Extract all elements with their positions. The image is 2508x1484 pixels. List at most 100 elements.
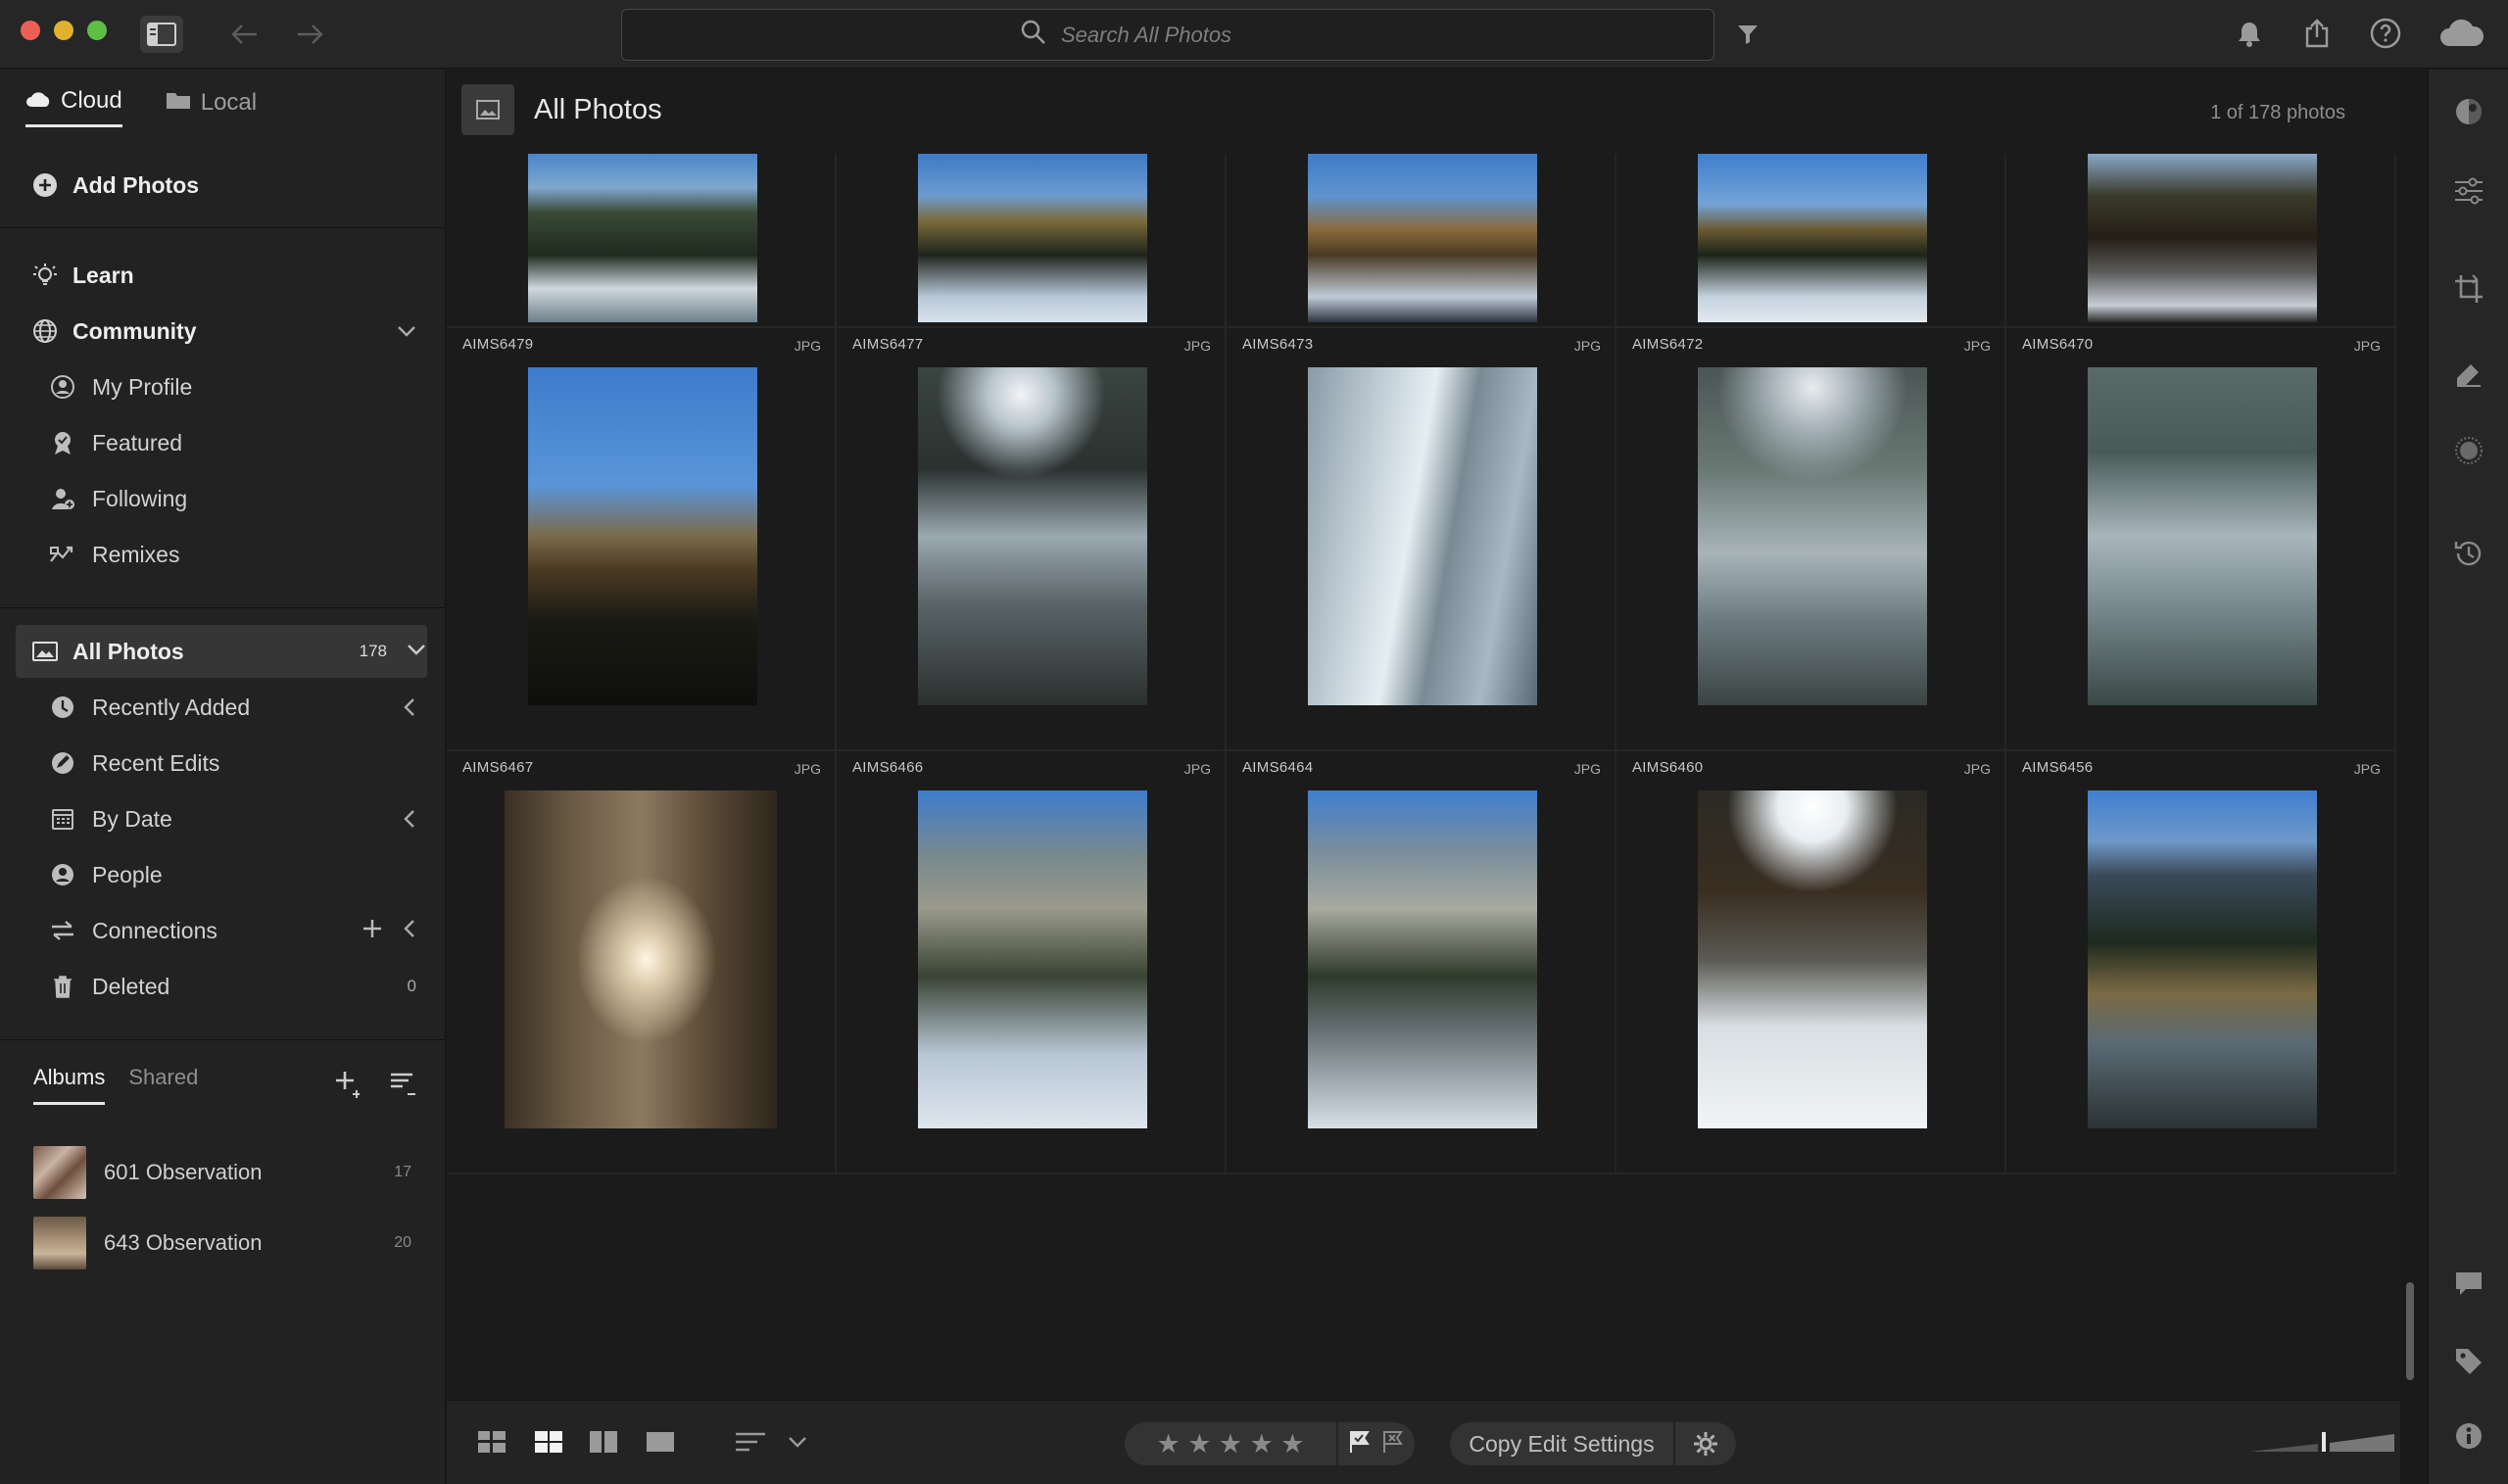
sidebar-item-by-date[interactable]: By Date	[0, 792, 446, 845]
photo-cell[interactable]: AIMS6467 JPG	[447, 751, 837, 1174]
follow-icon	[49, 485, 76, 512]
tab-albums[interactable]: Albums	[33, 1065, 106, 1105]
copy-edit-settings-button[interactable]: Copy Edit Settings	[1450, 1422, 1673, 1465]
close-window-button[interactable]	[21, 21, 40, 40]
album-count: 20	[394, 1234, 411, 1251]
comment-icon[interactable]	[2450, 1265, 2487, 1302]
add-photos-button[interactable]: Add Photos	[0, 159, 446, 212]
chevron-left-icon[interactable]	[403, 809, 416, 829]
back-arrow-icon[interactable]	[225, 16, 265, 53]
photo-cell[interactable]	[837, 154, 1227, 328]
scrollbar-thumb[interactable]	[2406, 1282, 2414, 1380]
tab-cloud[interactable]: Cloud	[25, 87, 122, 127]
photo-cell[interactable]: AIMS6477 JPG	[837, 328, 1227, 751]
info-icon[interactable]	[2450, 1417, 2487, 1455]
cloud-icon	[25, 87, 51, 115]
notification-bell-icon[interactable]	[2230, 16, 2269, 53]
photo-grid-view-icon[interactable]	[531, 1424, 566, 1460]
detail-view-icon[interactable]	[643, 1424, 678, 1460]
sidebar-item-following[interactable]: Following	[0, 472, 446, 525]
chevron-left-icon[interactable]	[403, 919, 416, 943]
tag-icon[interactable]	[2450, 1343, 2487, 1380]
tab-shared[interactable]: Shared	[128, 1065, 198, 1105]
presets-icon[interactable]	[2450, 93, 2487, 130]
chevron-down-icon[interactable]	[407, 642, 426, 661]
album-thumbnail	[33, 1217, 86, 1269]
recently-added-label: Recently Added	[92, 694, 251, 720]
photo-cell[interactable]	[447, 154, 837, 328]
sidebar-item-people[interactable]: People	[0, 848, 446, 901]
album-item[interactable]: 643 Observation 20	[33, 1216, 425, 1270]
masking-icon[interactable]	[2450, 432, 2487, 469]
forward-arrow-icon[interactable]	[290, 16, 329, 53]
photo-cell[interactable]	[1616, 154, 2006, 328]
sidebar-item-connections[interactable]: Connections	[0, 904, 446, 957]
deleted-count: 0	[407, 977, 416, 995]
photo-cell[interactable]: AIMS6473 JPG	[1227, 328, 1616, 751]
thumbnail-size-slider[interactable]	[2249, 1430, 2396, 1454]
award-icon	[49, 429, 76, 456]
photo-cell[interactable]	[2006, 154, 2396, 328]
tab-label: Local	[200, 88, 258, 116]
share-icon[interactable]	[2297, 14, 2337, 53]
sidebar-item-deleted[interactable]: Deleted 0	[0, 960, 446, 1013]
edit-sliders-icon[interactable]	[2450, 172, 2487, 210]
pick-flag-icon[interactable]	[1348, 1429, 1372, 1460]
main-content: All Photos 1 of 178 photos AIMS6479 JPG …	[447, 70, 2414, 1484]
sidebar-item-learn[interactable]: Learn	[0, 249, 446, 302]
search-bar[interactable]	[621, 9, 1714, 61]
chevron-down-icon[interactable]	[780, 1424, 815, 1460]
versions-history-icon[interactable]	[2450, 535, 2487, 572]
divider	[0, 607, 446, 608]
rating-stars[interactable]: ★ ★ ★ ★ ★	[1156, 1429, 1304, 1460]
album-name: 601 Observation	[104, 1160, 263, 1184]
gear-icon[interactable]	[1675, 1422, 1736, 1465]
square-grid-view-icon[interactable]	[474, 1424, 509, 1460]
sort-icon[interactable]	[733, 1424, 768, 1460]
flag-controls	[1338, 1422, 1415, 1465]
add-connection-icon[interactable]	[362, 918, 383, 944]
profile-icon	[49, 373, 76, 401]
sidebar-toggle-icon[interactable]	[140, 16, 183, 53]
photo-cell[interactable]: AIMS6466 JPG	[837, 751, 1227, 1174]
photo-filetype: JPG	[794, 761, 821, 777]
add-album-icon[interactable]	[333, 1069, 362, 1103]
photo-filename: AIMS6479	[462, 336, 534, 353]
photo-thumbnail	[528, 154, 757, 322]
sidebar-item-community[interactable]: Community	[0, 305, 446, 358]
photo-filetype: JPG	[1963, 338, 1991, 354]
star-rating[interactable]: ★ ★ ★ ★ ★	[1125, 1422, 1336, 1465]
healing-brush-icon[interactable]	[2450, 354, 2487, 391]
sidebar-item-recently-added[interactable]: Recently Added	[0, 681, 446, 734]
compare-view-icon[interactable]	[586, 1424, 621, 1460]
help-icon[interactable]	[2366, 14, 2405, 53]
person-icon	[49, 861, 76, 888]
album-name: 643 Observation	[104, 1230, 263, 1255]
reject-flag-icon[interactable]	[1381, 1429, 1405, 1460]
tab-local[interactable]: Local	[166, 87, 257, 127]
photo-cell[interactable]: AIMS6472 JPG	[1616, 328, 2006, 751]
filter-icon[interactable]	[1728, 16, 1767, 53]
my-profile-label: My Profile	[92, 373, 193, 400]
album-item[interactable]: 601 Observation 17	[33, 1145, 425, 1200]
sidebar-item-featured[interactable]: Featured	[0, 416, 446, 469]
photo-cell[interactable]	[1227, 154, 1616, 328]
crop-icon[interactable]	[2450, 270, 2487, 308]
sidebar-item-my-profile[interactable]: My Profile	[0, 360, 446, 413]
chevron-left-icon[interactable]	[403, 697, 416, 717]
photo-cell[interactable]: AIMS6470 JPG	[2006, 328, 2396, 751]
photo-cell[interactable]: AIMS6479 JPG	[447, 328, 837, 751]
search-input[interactable]	[1061, 22, 1316, 48]
sidebar-item-recent-edits[interactable]: Recent Edits	[0, 737, 446, 790]
sort-albums-icon[interactable]	[388, 1069, 417, 1103]
sidebar-item-all-photos[interactable]: All Photos 178	[0, 625, 446, 678]
chevron-down-icon[interactable]	[397, 324, 416, 338]
cloud-sync-icon[interactable]	[2436, 14, 2488, 53]
photo-cell[interactable]: AIMS6460 JPG	[1616, 751, 2006, 1174]
zoom-window-button[interactable]	[87, 21, 107, 40]
photo-cell[interactable]: AIMS6456 JPG	[2006, 751, 2396, 1174]
photo-filetype: JPG	[1573, 761, 1601, 777]
sidebar-item-remixes[interactable]: Remixes	[0, 528, 446, 581]
minimize-window-button[interactable]	[54, 21, 73, 40]
photo-cell[interactable]: AIMS6464 JPG	[1227, 751, 1616, 1174]
